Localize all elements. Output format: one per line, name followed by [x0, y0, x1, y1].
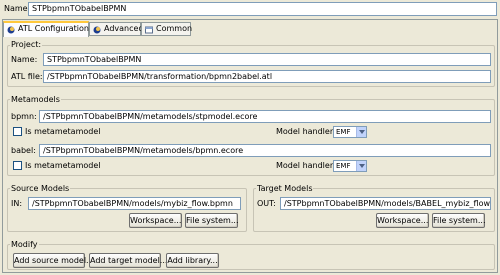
babel-model-handler-label: Model handler: — [276, 161, 336, 170]
bpmn-is-metametamodel-label: Is metametamodel — [25, 127, 101, 136]
bpmn-model-handler-select[interactable]: EMF — [333, 126, 367, 138]
add-library-button[interactable]: Add library... — [166, 253, 219, 268]
babel-model-handler-select[interactable]: EMF — [333, 160, 367, 172]
source-in-field[interactable]: /STPbpmnTObabelBPMN/models/mybiz_flow.bp… — [28, 197, 241, 210]
add-source-model-button[interactable]: Add source model... — [13, 253, 94, 268]
source-filesystem-button[interactable]: File system... — [185, 213, 238, 228]
config-name-field[interactable]: STPbpmnTObabelBPMN — [28, 2, 497, 16]
atl-file-field[interactable]: /STPbpmnTObabelBPMN/transformation/bpmn2… — [43, 70, 491, 83]
target-models-group-title: Target Models — [256, 184, 314, 194]
babel-metamodel-field[interactable]: /STPbpmnTObabelBPMN/metamodels/bpmn.ecor… — [39, 144, 491, 157]
source-in-label: IN: — [11, 199, 23, 208]
add-target-model-button[interactable]: Add target model... — [89, 253, 167, 268]
tab-label: Common — [156, 24, 193, 33]
atl-file-label: ATL file: — [11, 72, 43, 81]
project-name-label: Name: — [11, 55, 38, 64]
chevron-down-icon[interactable] — [356, 127, 366, 137]
source-workspace-button[interactable]: Workspace... — [129, 213, 182, 228]
target-out-field[interactable]: /STPbpmnTObabelBPMN/models/BABEL_mybiz_f… — [280, 197, 491, 210]
source-models-group-title: Source Models — [10, 184, 71, 194]
babel-is-metametamodel-label: Is metametamodel — [25, 161, 101, 170]
bpmn-metamodel-label: bpmn: — [11, 112, 37, 121]
chevron-down-icon[interactable] — [356, 161, 366, 171]
tab-label: Advanced — [104, 24, 144, 33]
tab-advanced[interactable]: Advanced — [89, 22, 144, 36]
config-name-label: Name: — [4, 4, 31, 13]
babel-model-handler-value: EMF — [336, 162, 351, 170]
atl-config-icon — [7, 26, 15, 34]
target-out-label: OUT: — [257, 199, 276, 208]
bpmn-metamodel-field[interactable]: /STPbpmnTObabelBPMN/metamodels/stpmodel.… — [39, 110, 491, 123]
bpmn-model-handler-label: Model handler: — [276, 127, 336, 136]
metamodels-group-title: Metamodels — [10, 95, 61, 105]
common-icon — [145, 26, 153, 34]
tab-common[interactable]: Common — [141, 22, 193, 36]
babel-metamodel-label: babel: — [11, 146, 36, 155]
tab-atl-configuration[interactable]: ATL Configuration — [3, 21, 89, 37]
target-workspace-button[interactable]: Workspace... — [376, 213, 429, 228]
modify-group-title: Modify — [10, 240, 39, 250]
bpmn-is-metametamodel-checkbox[interactable] — [13, 127, 22, 136]
target-filesystem-button[interactable]: File system... — [432, 213, 485, 228]
tab-label: ATL Configuration — [18, 24, 89, 33]
project-group-title: Project: — [10, 40, 43, 50]
babel-is-metametamodel-checkbox[interactable] — [13, 161, 22, 170]
project-name-field[interactable]: STPbpmnTObabelBPMN — [43, 53, 491, 66]
advanced-icon — [93, 26, 101, 34]
bpmn-model-handler-value: EMF — [336, 128, 351, 136]
